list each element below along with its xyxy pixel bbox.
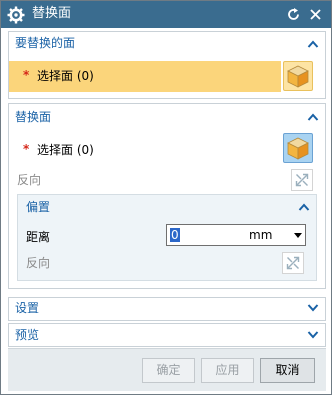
chevron-down-icon[interactable] xyxy=(307,330,319,340)
preview-title[interactable]: 预览 xyxy=(15,328,39,343)
distance-value[interactable]: 0 xyxy=(170,228,180,242)
face-cube-icon xyxy=(287,65,309,88)
select-replacement-face-button[interactable] xyxy=(283,133,313,163)
offset-reverse-button[interactable] xyxy=(282,252,304,274)
distance-field[interactable]: 0 mm xyxy=(166,224,306,246)
distance-unit[interactable]: mm xyxy=(249,228,272,242)
title-bar: 替换面 xyxy=(1,1,331,28)
cancel-button[interactable]: 取消 xyxy=(260,358,315,383)
select-face-label: 选择面 (0) xyxy=(37,69,94,83)
replace-face-dialog: 替换面 要替换的面 * 选择面 (0) 替换面 * 选择面 (0) 反向 偏置 … xyxy=(0,0,332,395)
settings-group[interactable] xyxy=(8,297,326,321)
required-marker: * xyxy=(23,142,30,156)
chevron-up-icon[interactable] xyxy=(307,39,319,49)
offset-title[interactable]: 偏置 xyxy=(26,200,50,215)
dialog-title: 替换面 xyxy=(32,6,72,21)
ok-button[interactable]: 确定 xyxy=(142,358,195,383)
chevron-up-icon[interactable] xyxy=(307,112,319,122)
preview-group[interactable] xyxy=(8,323,326,347)
distance-label: 距离 xyxy=(26,230,51,244)
close-icon[interactable] xyxy=(308,7,323,22)
settings-title[interactable]: 设置 xyxy=(15,301,39,316)
select-face-label: 选择面 (0) xyxy=(37,143,94,157)
reverse-direction-label: 反向 xyxy=(17,173,42,187)
reverse-direction-button[interactable] xyxy=(291,169,313,191)
reverse-arrows-icon xyxy=(286,256,300,270)
offset-reverse-label: 反向 xyxy=(26,256,51,270)
chevron-up-icon[interactable] xyxy=(298,202,310,212)
required-marker: * xyxy=(23,68,30,82)
apply-button[interactable]: 应用 xyxy=(201,358,254,383)
replacement-face-title[interactable]: 替换面 xyxy=(15,110,51,125)
gear-icon[interactable] xyxy=(7,6,25,24)
chevron-down-icon[interactable] xyxy=(307,303,319,313)
reset-icon[interactable] xyxy=(286,7,301,22)
reverse-arrows-icon xyxy=(295,173,309,187)
select-face-button[interactable] xyxy=(283,61,313,91)
faces-to-replace-title[interactable]: 要替换的面 xyxy=(15,36,75,51)
chevron-down-icon[interactable] xyxy=(294,233,302,238)
face-cube-icon xyxy=(287,137,309,160)
